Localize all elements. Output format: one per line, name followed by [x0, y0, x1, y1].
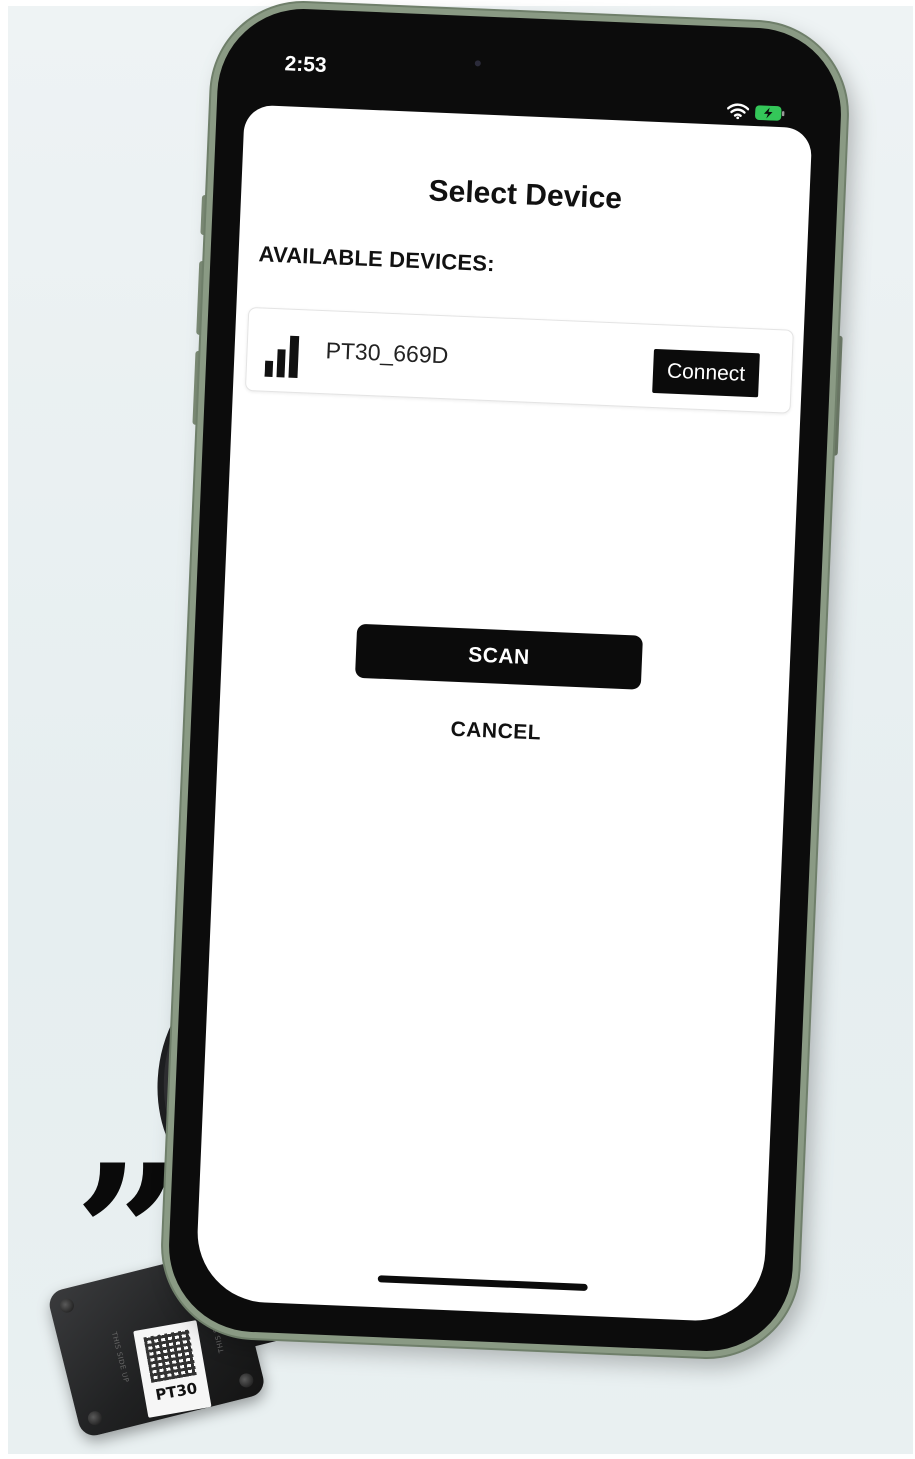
- home-indicator[interactable]: [377, 1275, 588, 1291]
- device-name: PT30_669D: [325, 337, 449, 369]
- screw-icon: [86, 1409, 104, 1427]
- battery-charging-icon: [755, 104, 785, 121]
- page-title: Select Device: [427, 174, 623, 216]
- wifi-icon: [726, 103, 750, 120]
- phone: 2:53 Select Device AVAILABLE DEVICES: PT…: [159, 0, 851, 1361]
- screw-icon: [237, 1371, 255, 1389]
- screw-icon: [58, 1297, 76, 1315]
- status-time: 2:53: [284, 52, 328, 77]
- status-icons: [726, 103, 786, 121]
- signal-strength-icon: [264, 335, 300, 379]
- available-devices-label: AVAILABLE DEVICES:: [258, 241, 496, 277]
- app-screen: Select Device AVAILABLE DEVICES: PT30_66…: [194, 104, 813, 1324]
- connect-button[interactable]: Connect: [652, 348, 760, 398]
- scan-button[interactable]: SCAN: [354, 623, 643, 690]
- cancel-button[interactable]: CANCEL: [352, 708, 639, 756]
- device-list-item[interactable]: PT30_669D Connect: [244, 306, 794, 414]
